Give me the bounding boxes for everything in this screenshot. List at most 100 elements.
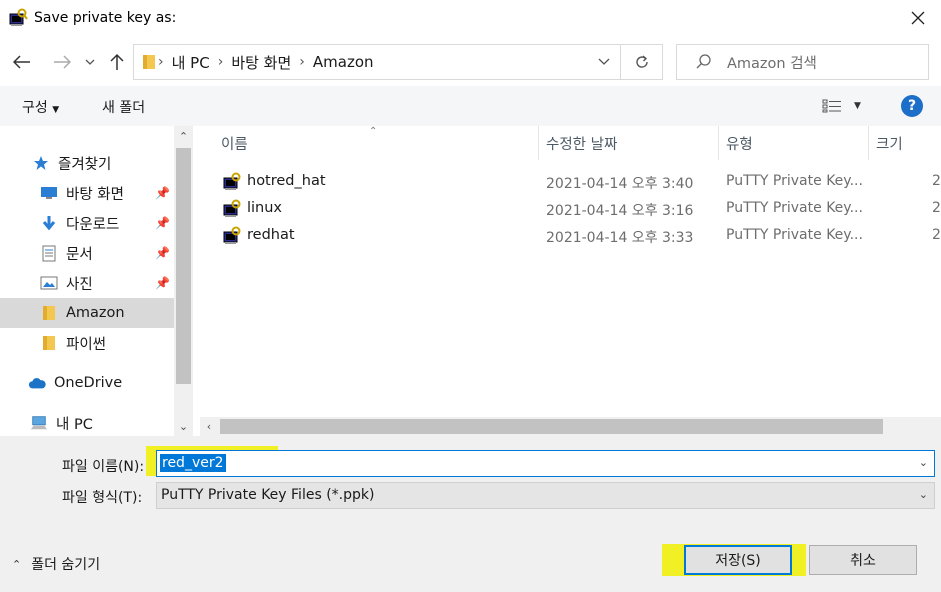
file-date: 2021-04-14 오후 3:33 xyxy=(546,230,694,246)
scrollbar-thumb[interactable] xyxy=(220,419,883,434)
arrow-left-icon xyxy=(13,55,30,69)
file-size: 2 xyxy=(932,227,941,243)
computer-icon xyxy=(30,414,48,432)
search-placeholder: Amazon 검색 xyxy=(727,55,817,72)
nav-item-documents[interactable]: 문서 📌 xyxy=(0,238,174,268)
nav-item-desktop[interactable]: 바탕 화면 📌 xyxy=(0,178,174,208)
filetype-select[interactable]: PuTTY Private Key Files (*.ppk) ⌄ xyxy=(156,482,935,509)
cancel-button[interactable]: 취소 xyxy=(809,545,917,575)
chevron-down-icon[interactable]: ⌄ xyxy=(919,456,928,469)
file-row[interactable]: redhat 2021-04-14 오후 3:33 PuTTY Private … xyxy=(193,222,941,249)
organize-label: 구성 xyxy=(22,100,48,116)
putty-key-icon xyxy=(223,199,241,217)
nav-quick-access[interactable]: 즐겨찾기 xyxy=(0,148,174,178)
hide-folders-toggle[interactable]: ⌃ 폴더 숨기기 xyxy=(12,554,100,574)
pin-icon: 📌 xyxy=(155,246,170,260)
nav-label: 바탕 화면 xyxy=(66,186,124,203)
nav-item-python[interactable]: 파이썬 xyxy=(0,328,174,358)
file-name: linux xyxy=(247,200,283,216)
nav-label: 사진 xyxy=(66,276,93,293)
column-header-type[interactable]: 유형 xyxy=(718,126,868,160)
save-button[interactable]: 저장(S) xyxy=(684,545,792,575)
close-icon xyxy=(911,11,925,25)
view-options-button[interactable]: ▼ xyxy=(822,96,868,116)
help-icon: ? xyxy=(907,98,917,114)
column-header-name[interactable]: 이름 xyxy=(213,126,538,160)
help-button[interactable]: ? xyxy=(901,95,923,117)
nav-label: OneDrive xyxy=(54,375,123,391)
scroll-up-icon[interactable]: ⌃ xyxy=(174,126,193,146)
forward-button[interactable] xyxy=(50,50,74,74)
filetype-value: PuTTY Private Key Files (*.ppk) xyxy=(161,487,375,503)
file-list-hscrollbar[interactable]: ‹ xyxy=(200,417,941,436)
nav-label: 다운로드 xyxy=(66,216,120,233)
new-folder-button[interactable]: 새 폴더 xyxy=(102,97,145,117)
hide-folders-label: 폴더 숨기기 xyxy=(31,557,101,573)
filename-value: red_ver2 xyxy=(160,454,226,472)
refresh-button[interactable] xyxy=(621,44,663,80)
document-icon xyxy=(40,244,58,262)
putty-key-icon xyxy=(223,226,241,244)
nav-onedrive[interactable]: OneDrive xyxy=(0,368,174,398)
breadcrumb-desktop[interactable]: 바탕 화면 xyxy=(231,52,291,73)
refresh-icon xyxy=(635,55,648,68)
nav-item-pictures[interactable]: 사진 📌 xyxy=(0,268,174,298)
pictures-icon xyxy=(40,274,58,292)
nav-item-downloads[interactable]: 다운로드 📌 xyxy=(0,208,174,238)
organize-menu[interactable]: 구성 ▼ xyxy=(22,97,59,117)
chevron-up-icon: ⌃ xyxy=(12,557,22,571)
pin-icon: 📌 xyxy=(155,276,170,290)
search-box[interactable]: Amazon 검색 xyxy=(676,44,929,80)
breadcrumb-amazon[interactable]: Amazon xyxy=(313,53,374,71)
nav-label: Amazon xyxy=(66,305,125,321)
nav-label: 문서 xyxy=(66,246,93,263)
breadcrumb-separator: › xyxy=(217,54,224,70)
arrow-right-icon xyxy=(54,55,71,69)
details-view-icon xyxy=(822,99,841,113)
filename-label: 파일 이름(N): xyxy=(62,459,145,475)
file-size: 2 xyxy=(932,200,941,216)
column-header-size[interactable]: 크기 xyxy=(868,126,941,160)
nav-this-pc[interactable]: 내 PC xyxy=(0,408,174,438)
file-size: 2 xyxy=(932,173,941,189)
back-button[interactable] xyxy=(10,50,34,74)
folder-icon xyxy=(40,304,58,322)
cloud-icon xyxy=(28,374,46,392)
caret-down-icon: ▼ xyxy=(854,101,861,111)
up-button[interactable] xyxy=(105,50,129,74)
address-row: › 내 PC › 바탕 화면 › Amazon Amazon 검색 xyxy=(0,38,941,86)
download-icon xyxy=(40,214,58,232)
scrollbar-thumb[interactable] xyxy=(176,148,191,384)
nav-label: 파이썬 xyxy=(66,336,107,353)
command-bar: 구성 ▼ 새 폴더 ▼ ? xyxy=(0,86,941,126)
chevron-down-icon xyxy=(85,59,95,65)
putty-key-icon xyxy=(223,172,241,190)
file-row[interactable]: hotred_hat 2021-04-14 오후 3:40 PuTTY Priv… xyxy=(193,168,941,195)
address-bar[interactable]: › 내 PC › 바탕 화면 › Amazon xyxy=(133,44,621,80)
recent-locations-button[interactable] xyxy=(80,50,100,74)
folder-icon xyxy=(143,55,155,69)
file-name: redhat xyxy=(247,227,295,243)
nav-item-amazon[interactable]: Amazon xyxy=(0,298,174,328)
address-dropdown-icon[interactable] xyxy=(598,54,610,68)
breadcrumb-this-pc[interactable]: 내 PC xyxy=(172,52,210,73)
arrow-up-icon xyxy=(110,53,124,70)
pin-icon: 📌 xyxy=(155,186,170,200)
file-type: PuTTY Private Key... xyxy=(726,200,863,216)
file-date: 2021-04-14 오후 3:40 xyxy=(546,176,694,192)
nav-scrollbar[interactable]: ⌃ ⌄ xyxy=(174,126,193,436)
filename-input[interactable]: red_ver2 ⌄ xyxy=(156,450,935,477)
chevron-down-icon: ⌄ xyxy=(918,488,928,501)
file-row[interactable]: linux 2021-04-14 오후 3:16 PuTTY Private K… xyxy=(193,195,941,222)
breadcrumb-separator: › xyxy=(158,54,164,70)
file-list: ⌃ 이름 수정한 날짜 유형 크기 hotred_hat 2021-04-14 … xyxy=(193,126,941,436)
breadcrumb-separator: › xyxy=(299,54,305,70)
title-bar: Save private key as: xyxy=(0,0,941,38)
column-header-date[interactable]: 수정한 날짜 xyxy=(538,126,718,160)
nav-label: 즐겨찾기 xyxy=(58,156,112,173)
scroll-left-icon[interactable]: ‹ xyxy=(200,417,218,436)
star-icon xyxy=(32,154,50,172)
desktop-icon xyxy=(40,184,58,202)
close-button[interactable] xyxy=(895,0,941,36)
scroll-down-icon[interactable]: ⌄ xyxy=(174,416,193,436)
